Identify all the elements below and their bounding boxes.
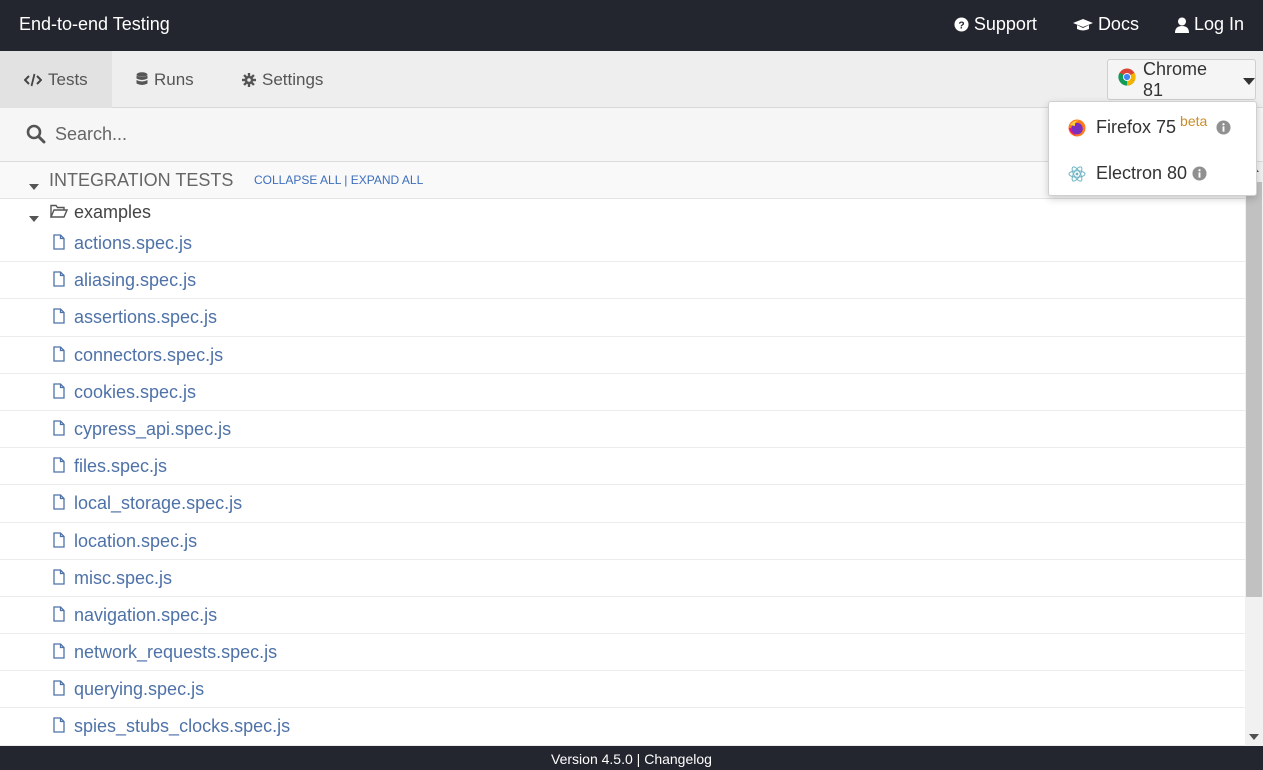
- graduation-cap-icon: [1072, 18, 1093, 32]
- integration-tests-title: INTEGRATION TESTS: [49, 170, 234, 190]
- spec-file-row[interactable]: connectors.spec.js: [0, 337, 1245, 374]
- spec-file-name: misc.spec.js: [74, 567, 173, 588]
- spec-file-row[interactable]: spies_stubs_clocks.spec.js: [0, 708, 1245, 746]
- tab-tests[interactable]: Tests: [0, 51, 112, 108]
- login-label: Log In: [1193, 14, 1244, 34]
- tab-runs[interactable]: Runs: [112, 51, 218, 108]
- expand-all-link[interactable]: EXPAND ALL: [351, 173, 423, 187]
- code-icon: [24, 73, 42, 87]
- footer-separator: |: [636, 751, 641, 767]
- spec-file-row[interactable]: misc.spec.js: [0, 560, 1245, 597]
- footer: Version 4.5.0 | Changelog: [0, 746, 1263, 770]
- svg-text:?: ?: [958, 20, 964, 31]
- tabs-bar: Tests Runs Settings Chrome 81: [0, 51, 1263, 108]
- header-nav: ? Support Docs Log In: [954, 14, 1244, 35]
- docs-link[interactable]: Docs: [1072, 14, 1139, 35]
- folder-name: examples: [74, 202, 152, 222]
- spec-file-name: spies_stubs_clocks.spec.js: [74, 716, 291, 737]
- spec-file-name: navigation.spec.js: [74, 604, 218, 625]
- browser-option-firefox[interactable]: Firefox 75 beta: [1049, 104, 1256, 150]
- spec-file-row[interactable]: actions.spec.js: [0, 225, 1245, 263]
- spec-file-list: actions.spec.js aliasing.spec.js assertion…: [0, 225, 1245, 746]
- browser-option-electron[interactable]: Electron 80: [1049, 150, 1256, 196]
- version-label: Version 4.5.0: [551, 751, 633, 767]
- search-input[interactable]: [55, 118, 755, 150]
- info-icon[interactable]: [1192, 166, 1207, 186]
- tab-settings-label: Settings: [262, 69, 324, 89]
- spec-file-name: actions.spec.js: [74, 233, 193, 253]
- caret-down-icon: [1243, 69, 1256, 90]
- tab-settings[interactable]: Settings: [218, 51, 347, 108]
- browser-select-button[interactable]: Chrome 81: [1107, 59, 1256, 100]
- changelog-link[interactable]: Changelog: [644, 751, 712, 767]
- spec-file-row[interactable]: network_requests.spec.js: [0, 634, 1245, 672]
- tab-tests-label: Tests: [48, 69, 88, 89]
- scroll-down-arrow-icon[interactable]: [1249, 734, 1259, 740]
- spec-file-row[interactable]: location.spec.js: [0, 523, 1245, 560]
- firefox-icon: [1068, 119, 1086, 142]
- spec-file-row[interactable]: cypress_api.spec.js: [0, 411, 1245, 449]
- spec-file-name: location.spec.js: [74, 530, 198, 551]
- app-title: End-to-end Testing: [19, 14, 170, 34]
- firefox-option-label-wrap: Firefox 75 beta: [1096, 113, 1207, 138]
- spec-file-row[interactable]: querying.spec.js: [0, 671, 1245, 709]
- database-icon: [136, 72, 148, 87]
- firefox-option-label: Firefox 75: [1096, 116, 1177, 137]
- spec-file-name: assertions.spec.js: [74, 307, 218, 328]
- spec-file-name: cypress_api.spec.js: [74, 418, 232, 439]
- collapse-caret-icon[interactable]: [29, 177, 39, 195]
- tab-runs-label: Runs: [154, 69, 194, 89]
- spec-file-row[interactable]: cookies.spec.js: [0, 374, 1245, 411]
- spec-file-row[interactable]: navigation.spec.js: [0, 597, 1245, 635]
- spec-file-name: local_storage.spec.js: [74, 493, 243, 514]
- collapse-expand-links: COLLAPSE ALL | EXPAND ALL: [254, 173, 423, 187]
- browser-dropdown-menu: Firefox 75 beta Electron 80: [1048, 101, 1257, 196]
- gear-icon: [242, 72, 256, 87]
- electron-icon: [1068, 165, 1086, 188]
- docs-label: Docs: [1097, 14, 1139, 34]
- spec-file-name: files.spec.js: [74, 456, 168, 477]
- spec-file-name: connectors.spec.js: [74, 344, 224, 365]
- spec-file-name: network_requests.spec.js: [74, 642, 278, 663]
- login-link[interactable]: Log In: [1174, 14, 1244, 35]
- links-separator: |: [344, 173, 348, 187]
- info-icon[interactable]: [1216, 120, 1231, 140]
- support-label: Support: [973, 14, 1037, 34]
- spec-file-row[interactable]: files.spec.js: [0, 448, 1245, 486]
- spec-file-name: aliasing.spec.js: [74, 270, 197, 291]
- user-icon: [1174, 17, 1189, 33]
- support-link[interactable]: ? Support: [954, 14, 1037, 35]
- collapse-all-link[interactable]: COLLAPSE ALL: [254, 173, 341, 187]
- spec-file-row[interactable]: local_storage.spec.js: [0, 485, 1245, 523]
- question-circle-icon: ?: [954, 17, 969, 32]
- browser-selected-label: Chrome 81: [1143, 58, 1208, 100]
- scrollbar[interactable]: [1245, 162, 1263, 746]
- top-header: End-to-end Testing ? Support Docs Log In: [0, 0, 1263, 51]
- spec-file-name: cookies.spec.js: [74, 381, 197, 402]
- folder-examples[interactable]: examples: [0, 199, 1245, 225]
- folder-open-icon: [50, 204, 68, 218]
- electron-option-label: Electron 80: [1096, 162, 1188, 183]
- spec-file-row[interactable]: assertions.spec.js: [0, 299, 1245, 337]
- beta-badge: beta: [1180, 112, 1208, 129]
- spec-file-row[interactable]: aliasing.spec.js: [0, 262, 1245, 300]
- spec-file-name: querying.spec.js: [74, 679, 205, 700]
- scrollbar-thumb[interactable]: [1246, 182, 1262, 597]
- chrome-icon: [1118, 68, 1136, 91]
